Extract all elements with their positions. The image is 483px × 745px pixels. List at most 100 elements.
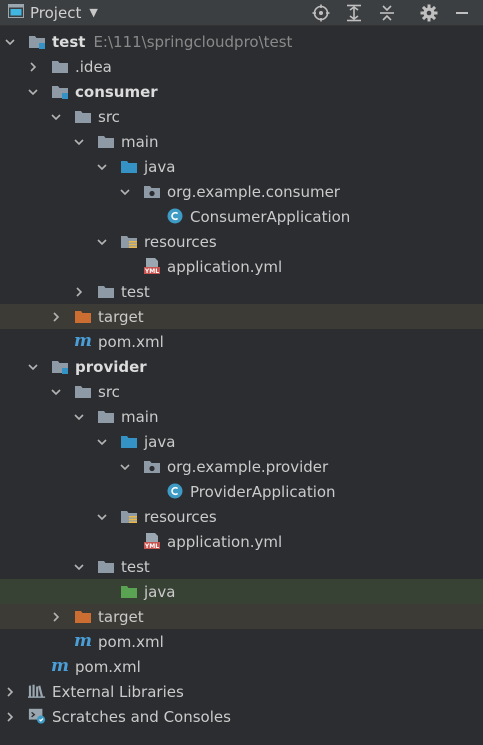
chevron-down-icon[interactable] (73, 561, 85, 573)
tree-label-text: java (144, 582, 176, 601)
chevron-down-icon[interactable] (4, 36, 16, 48)
tree-label-text: application.yml (167, 532, 283, 551)
tree-row-external-libraries[interactable]: External Libraries (0, 679, 483, 704)
chevron-right-icon[interactable] (73, 286, 85, 298)
tree-row-target[interactable]: target (0, 604, 483, 629)
tree-row-provider[interactable]: provider (0, 354, 483, 379)
folder-icon (74, 107, 92, 125)
collapse-all-icon[interactable] (376, 2, 398, 24)
project-view-selector[interactable]: Project ▼ (8, 0, 98, 25)
scratches-icon (28, 707, 46, 725)
chevron-down-icon[interactable] (119, 186, 131, 198)
expand-all-icon[interactable] (343, 2, 365, 24)
chevron-down-icon[interactable] (96, 436, 108, 448)
chevron-right-icon[interactable] (4, 686, 16, 698)
chevron-down-icon[interactable] (27, 86, 39, 98)
chevron-down-icon[interactable] (96, 236, 108, 248)
tree-label: java (144, 158, 175, 176)
chevron-right-icon[interactable] (4, 711, 16, 723)
tree-row-pom-xml[interactable]: m pom.xml (0, 654, 483, 679)
folder-icon (97, 557, 115, 575)
module-folder-icon (28, 32, 46, 50)
chevron-right-icon[interactable] (50, 611, 62, 623)
tree-label-text: test (121, 282, 150, 301)
tree-row-src[interactable]: src (0, 104, 483, 129)
excluded-folder-icon (74, 607, 92, 625)
tree-row-java[interactable]: java (0, 429, 483, 454)
tree-label: pom.xml (98, 633, 164, 651)
chevron-down-icon[interactable] (73, 411, 85, 423)
caret-down-icon: ▼ (89, 6, 98, 19)
tree-label: pom.xml (98, 333, 164, 351)
chevron-down-icon[interactable] (27, 361, 39, 373)
chevron-down-icon[interactable] (73, 136, 85, 148)
tree-row-src[interactable]: src (0, 379, 483, 404)
tree-row-scratches-and-consoles[interactable]: Scratches and Consoles (0, 704, 483, 729)
tree-label-text: .idea (75, 57, 112, 76)
tree-label-text: src (98, 107, 120, 126)
tree-row-idea[interactable]: .idea (0, 54, 483, 79)
tree-row-resources[interactable]: resources (0, 229, 483, 254)
tree-row-providerapplication[interactable]: ProviderApplication (0, 479, 483, 504)
folder-icon (97, 282, 115, 300)
svg-text:YML: YML (144, 543, 159, 550)
chevron-down-icon[interactable] (119, 461, 131, 473)
tree-label-text: test (121, 557, 150, 576)
chevron-down-icon[interactable] (96, 511, 108, 523)
tree-row-consumer[interactable]: consumer (0, 79, 483, 104)
tree-label-text: main (121, 407, 159, 426)
minimize-icon[interactable] (451, 2, 473, 24)
external-libraries-icon (28, 682, 46, 700)
chevron-down-icon[interactable] (50, 386, 62, 398)
maven-file-icon: m (51, 656, 69, 676)
tree-row-main[interactable]: main (0, 129, 483, 154)
tree-row-target[interactable]: target (0, 304, 483, 329)
tree-label: .idea (75, 58, 112, 76)
tree-row-main[interactable]: main (0, 404, 483, 429)
chevron-right-icon[interactable] (27, 61, 39, 73)
locate-icon[interactable] (310, 2, 332, 24)
chevron-right-icon[interactable] (50, 311, 62, 323)
tree-row-org-example-provider[interactable]: org.example.provider (0, 454, 483, 479)
tree-row-resources[interactable]: resources (0, 504, 483, 529)
tree-label: ProviderApplication (190, 483, 336, 501)
yml-file-icon: YML (143, 532, 161, 550)
tree-label-text: main (121, 132, 159, 151)
tree-row-application-yml[interactable]: YML application.yml (0, 529, 483, 554)
tree-label: resources (144, 233, 217, 251)
tree-row-test[interactable]: test (0, 554, 483, 579)
folder-icon (51, 57, 69, 75)
tree-label: java (144, 433, 175, 451)
tree-label-text: target (98, 607, 144, 626)
tree-row-application-yml[interactable]: YML application.yml (0, 254, 483, 279)
resources-folder-icon (120, 232, 138, 250)
tree-row-java[interactable]: java (0, 579, 483, 604)
tree-label-text: resources (144, 507, 217, 526)
project-tree: test E:\111\springcloudpro\test .idea consu… (0, 29, 483, 729)
yml-file-icon: YML (143, 257, 161, 275)
tree-label: main (121, 408, 158, 426)
package-icon (143, 182, 161, 200)
svg-text:YML: YML (144, 268, 159, 275)
tree-row-test[interactable]: test (0, 279, 483, 304)
tree-row-pom-xml[interactable]: m pom.xml (0, 329, 483, 354)
tree-label-text: target (98, 307, 144, 326)
tree-label: test (121, 558, 150, 576)
java-class-icon (166, 207, 184, 225)
tree-row-pom-xml[interactable]: m pom.xml (0, 629, 483, 654)
module-folder-icon (51, 82, 69, 100)
tree-row-org-example-consumer[interactable]: org.example.consumer (0, 179, 483, 204)
chevron-down-icon[interactable] (96, 161, 108, 173)
gear-icon[interactable] (418, 2, 440, 24)
tree-label: src (98, 108, 120, 126)
tree-row-test[interactable]: test E:\111\springcloudpro\test (0, 29, 483, 54)
module-folder-icon (51, 357, 69, 375)
tree-label-text: src (98, 382, 120, 401)
test-folder-icon (120, 582, 138, 600)
chevron-down-icon[interactable] (50, 111, 62, 123)
tree-label-text: org.example.provider (167, 457, 329, 476)
tree-row-java[interactable]: java (0, 154, 483, 179)
tree-label: Scratches and Consoles (52, 708, 231, 726)
tree-row-consumerapplication[interactable]: ConsumerApplication (0, 204, 483, 229)
tree-label-text: Scratches and Consoles (52, 707, 231, 726)
